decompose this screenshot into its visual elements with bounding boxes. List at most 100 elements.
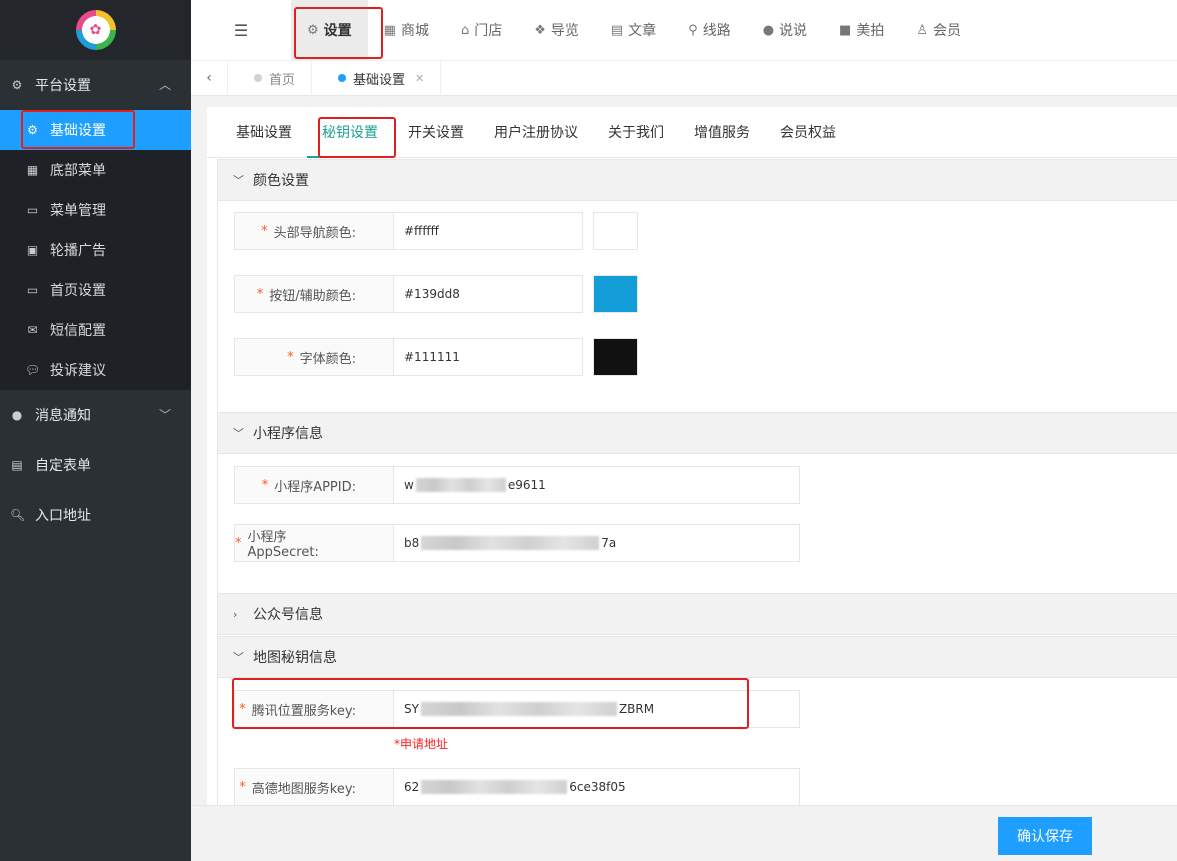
subtab-secret-keys[interactable]: 秘钥设置 [307, 107, 393, 158]
top-tab-routes[interactable]: ⚲ 线路 [672, 0, 747, 60]
sidebar-item-basic-settings[interactable]: ⚙ 基础设置 [0, 110, 191, 150]
field-label: * 按钮/辅助颜色: [234, 275, 394, 313]
panel-mini-program: ﹀ 小程序信息 * 小程序APPID: w e9611 * 小程序AppSecret: … [217, 412, 1177, 593]
sidebar-group-label: 入口地址 [35, 508, 91, 524]
subtab-about-us[interactable]: 关于我们 [593, 107, 679, 157]
apply-address-link[interactable]: *申请地址 [394, 735, 448, 752]
subtab-registration-agreement[interactable]: 用户注册协议 [479, 107, 593, 157]
subtab-switches[interactable]: 开关设置 [393, 107, 479, 157]
button-color-input[interactable]: #139dd8 [394, 275, 583, 313]
top-tab-label: 会员 [933, 23, 961, 39]
field-label-text: 高德地图服务key: [251, 781, 356, 797]
page-tabs: ‹ 首页 基础设置 ✕ [191, 60, 1177, 96]
top-tab-settings[interactable]: ⚙ 设置 [291, 0, 368, 60]
top-tab-label: 门店 [474, 23, 503, 39]
chevron-right-icon: › [233, 607, 238, 621]
panel-header[interactable]: › 公众号信息 [218, 593, 1177, 635]
form-icon: ▤ [11, 458, 23, 472]
top-tab-mall[interactable]: ▦ 商城 [368, 0, 445, 60]
sidebar-group-notifications[interactable]: ● 消息通知 ﹀ [0, 390, 191, 440]
color-swatch-black[interactable] [593, 338, 638, 376]
required-mark: * [256, 286, 264, 302]
top-tab-members[interactable]: ♙ 会员 [900, 0, 977, 60]
redacted-mask [415, 478, 506, 492]
logo-icon: ✿ [81, 16, 110, 44]
top-tab-label: 文章 [628, 23, 657, 39]
page-tab-home[interactable]: 首页 [228, 60, 313, 96]
logo-area: ✿ [0, 0, 191, 60]
page-tab-label: 首页 [269, 72, 296, 88]
field-label: * 小程序APPID: [234, 466, 394, 504]
sidebar-item-label: 投诉建议 [50, 363, 106, 379]
newspaper-icon: ▤ [610, 22, 624, 38]
sidebar-item-bottom-menu[interactable]: ▦ 底部菜单 [0, 150, 191, 190]
sidebar-group-label: 消息通知 [35, 408, 91, 424]
top-tab-label: 美拍 [856, 23, 885, 39]
gears-icon: ⚙ [307, 22, 319, 38]
subtab-basic[interactable]: 基础设置 [221, 107, 307, 157]
color-swatch-white[interactable] [593, 212, 638, 250]
chevron-down-icon: ﹀ [233, 651, 244, 664]
sidebar-group-custom-forms[interactable]: ▤ 自定表单 [0, 440, 191, 490]
panel-header[interactable]: ﹀ 颜色设置 [218, 159, 1177, 201]
tencent-key-input[interactable]: SY ZBRM [394, 690, 800, 728]
font-color-input[interactable]: #111111 [394, 338, 583, 376]
sidebar-item-menu-management[interactable]: ▭ 菜单管理 [0, 190, 191, 230]
tab-dot [338, 74, 347, 82]
panel-title: 小程序信息 [253, 426, 323, 442]
chat-icon: 💬︎ [25, 363, 41, 377]
chevron-left-icon[interactable]: ‹ [191, 60, 228, 96]
field-amap-key: * 高德地图服务key: 62 6ce38f05 [234, 768, 800, 805]
value-prefix: 62 [404, 780, 420, 794]
sidebar-group-platform-settings[interactable]: ⚙ 平台设置 ︿ [0, 60, 191, 110]
top-tab-label: 线路 [702, 23, 731, 39]
required-mark: * [261, 223, 268, 239]
required-mark: * [235, 535, 242, 551]
top-tab-stores[interactable]: ⌂ 门店 [445, 0, 518, 60]
subtab-member-benefits[interactable]: 会员权益 [765, 107, 851, 157]
sidebar-item-label: 基础设置 [50, 123, 106, 139]
field-label-text: 字体颜色: [299, 351, 356, 367]
top-tab-label: 设置 [323, 23, 352, 39]
redacted-mask [420, 702, 617, 716]
mini-appid-input[interactable]: w e9611 [394, 466, 800, 504]
field-label-text: 按钮/辅助颜色: [269, 288, 356, 304]
value-prefix: w [404, 478, 414, 492]
sidebar-item-sms-config[interactable]: ✉ 短信配置 [0, 310, 191, 350]
top-tab-guide[interactable]: ❖ 导览 [518, 0, 595, 60]
panel-title: 公众号信息 [253, 607, 323, 623]
confirm-save-button[interactable]: 确认保存 [998, 817, 1092, 855]
panel-header[interactable]: ﹀ 地图秘钥信息 [218, 636, 1177, 678]
header-nav-color-input[interactable]: #ffffff [394, 212, 583, 250]
redacted-mask [421, 780, 568, 794]
panel-header[interactable]: ﹀ 小程序信息 [218, 412, 1177, 454]
close-icon[interactable]: ✕ [415, 72, 424, 85]
sidebar-group-entry-address[interactable]: 🔍︎ 入口地址 [0, 490, 191, 540]
panel-title: 颜色设置 [253, 173, 309, 189]
subtab-value-added[interactable]: 增值服务 [679, 107, 765, 157]
color-swatch-blue[interactable] [593, 275, 638, 313]
mail-icon: ✉ [27, 323, 38, 337]
field-mini-appsecret: * 小程序AppSecret: b8 7a [234, 524, 800, 562]
sidebar-item-homepage-settings[interactable]: ▭ 首页设置 [0, 270, 191, 310]
menu-toggle-icon[interactable]: ☰ [191, 0, 291, 60]
sidebar-item-carousel-ads[interactable]: ▣ 轮播广告 [0, 230, 191, 270]
app-logo[interactable]: ✿ [75, 10, 116, 50]
value-suffix: ZBRM [618, 702, 655, 716]
field-label: * 字体颜色: [234, 338, 394, 376]
panel-title: 地图秘钥信息 [253, 650, 337, 666]
top-nav: ☰ ⚙ 设置 ▦ 商城 ⌂ 门店 ❖ 导览 ▤ 文章 ⚲ 线路 ● 说说 ■ 美拍 ♙ 会员 [191, 0, 1177, 60]
mini-appsecret-input[interactable]: b8 7a [394, 524, 800, 562]
page-tab-basic-settings[interactable]: 基础设置 ✕ [312, 60, 442, 96]
sidebar-item-label: 首页设置 [50, 283, 106, 299]
field-tencent-key: * 腾讯位置服务key: SY ZBRM [234, 690, 800, 728]
chevron-down-icon: ﹀ [233, 427, 244, 440]
sidebar-item-complaints[interactable]: 💬︎ 投诉建议 [0, 350, 191, 390]
top-tab-articles[interactable]: ▤ 文章 [595, 0, 672, 60]
top-tab-photos[interactable]: ■ 美拍 [823, 0, 900, 60]
amap-key-input[interactable]: 62 6ce38f05 [394, 768, 800, 805]
top-tab-posts[interactable]: ● 说说 [747, 0, 823, 60]
gear-icon: ⚙ [27, 123, 38, 137]
redacted-mask [421, 536, 600, 550]
field-label: * 头部导航颜色: [234, 212, 394, 250]
